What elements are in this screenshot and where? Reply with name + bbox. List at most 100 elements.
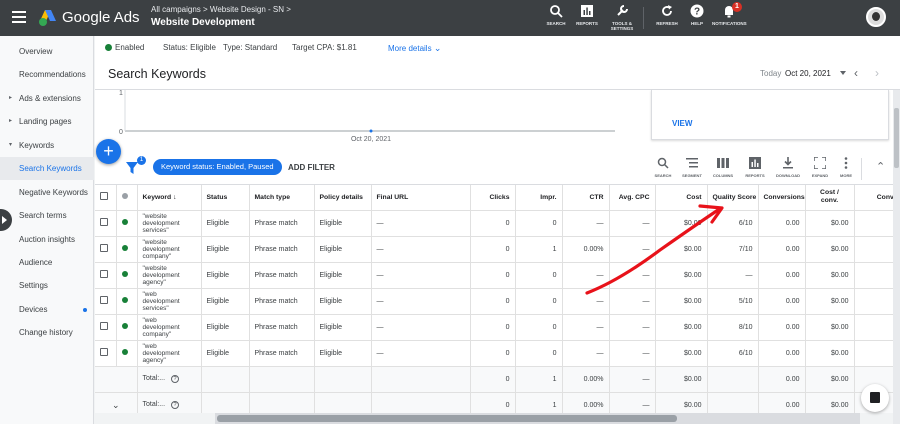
table-row[interactable]: "web development services" Eligible Phrase…: [95, 288, 893, 315]
column-header-cost-per-conv[interactable]: Cost / conv.: [805, 185, 855, 211]
match-type-cell[interactable]: Phrase match: [249, 262, 315, 289]
help-icon[interactable]: ?: [171, 401, 180, 409]
row-checkbox-cell[interactable]: [95, 288, 117, 315]
final-url-cell[interactable]: —: [371, 236, 471, 263]
caret-down-icon[interactable]: [840, 71, 846, 75]
add-keyword-button[interactable]: +: [96, 139, 121, 164]
row-checkbox[interactable]: [100, 244, 108, 252]
more-details-link[interactable]: More details ⌄: [388, 43, 441, 54]
column-header-avg-cpc[interactable]: Avg. CPC: [609, 185, 656, 211]
row-checkbox[interactable]: [100, 270, 108, 278]
add-filter-button[interactable]: ADD FILTER: [288, 163, 335, 172]
column-header-clicks[interactable]: Clicks: [470, 185, 516, 211]
help-icon[interactable]: ?: [171, 375, 180, 383]
sidebar-item-devices[interactable]: Devices: [0, 298, 94, 321]
date-range-picker[interactable]: Oct 20, 2021: [785, 69, 831, 78]
help-button[interactable]: ? HELP: [686, 4, 708, 26]
keyword-cell[interactable]: "web development agency": [137, 340, 202, 367]
avatar[interactable]: [866, 7, 886, 27]
final-url-cell[interactable]: —: [371, 262, 471, 289]
sidebar-item-keywords[interactable]: ▾ Keywords: [0, 134, 94, 157]
keyword-status-filter-chip[interactable]: Keyword status: Enabled, Paused: [153, 159, 282, 175]
column-header-ctr[interactable]: CTR: [562, 185, 610, 211]
view-link[interactable]: VIEW: [672, 119, 692, 128]
menu-icon[interactable]: [12, 11, 26, 23]
breadcrumb[interactable]: All campaigns > Website Design - SN >: [151, 5, 291, 14]
column-header-cost[interactable]: Cost: [655, 185, 708, 211]
reports-tool-button[interactable]: REPORTS: [740, 157, 770, 178]
final-url-cell[interactable]: —: [371, 340, 471, 367]
sidebar-item-search-terms[interactable]: Search terms: [0, 204, 94, 227]
column-header-impressions[interactable]: Impr.: [515, 185, 563, 211]
match-type-cell[interactable]: Phrase match: [249, 288, 315, 315]
row-checkbox[interactable]: [100, 348, 108, 356]
row-checkbox-cell[interactable]: [95, 262, 117, 289]
expand-chevron-icon[interactable]: ⌄: [112, 400, 120, 410]
sidebar-item-settings[interactable]: Settings: [0, 274, 94, 297]
row-checkbox-cell[interactable]: [95, 236, 117, 263]
final-url-cell[interactable]: —: [371, 314, 471, 341]
sidebar-item-change-history[interactable]: Change history: [0, 321, 94, 344]
row-checkbox-cell[interactable]: [95, 340, 117, 367]
sidebar-item-landing-pages[interactable]: ▸ Landing pages: [0, 110, 94, 133]
row-checkbox[interactable]: [100, 322, 108, 330]
column-header-policy-details[interactable]: Policy details: [314, 185, 372, 211]
keyword-cell[interactable]: "website development agency": [137, 262, 202, 289]
sidebar-item-recommendations[interactable]: Recommendations: [0, 63, 94, 86]
tools-settings-button[interactable]: TOOLS & SETTINGS: [608, 4, 636, 31]
sidebar-item-overview[interactable]: Overview: [0, 40, 94, 63]
table-row[interactable]: "web development agency" Eligible Phrase m…: [95, 340, 893, 367]
row-checkbox-cell[interactable]: [95, 314, 117, 341]
filter-icon[interactable]: [126, 161, 138, 175]
campaign-title[interactable]: Website Development: [151, 17, 255, 28]
chevron-right-icon[interactable]: ›: [875, 66, 879, 80]
sidebar-item-search-keywords[interactable]: Search Keywords: [0, 157, 94, 180]
chevron-left-icon[interactable]: ‹: [854, 66, 858, 80]
reports-button[interactable]: REPORTS: [575, 4, 599, 26]
sidebar-item-auction-insights[interactable]: Auction insights: [0, 228, 94, 251]
enabled-status[interactable]: Enabled: [105, 43, 144, 52]
segment-button[interactable]: SEGMENT: [677, 157, 707, 178]
keyword-cell[interactable]: "website development company": [137, 236, 202, 263]
column-header-final-url[interactable]: Final URL: [371, 185, 471, 211]
match-type-cell[interactable]: Phrase match: [249, 314, 315, 341]
row-checkbox[interactable]: [100, 218, 108, 226]
table-search-button[interactable]: SEARCH: [648, 157, 678, 178]
table-row[interactable]: "website development services" Eligible Ph…: [95, 210, 893, 237]
table-row[interactable]: "website development agency" Eligible Phra…: [95, 262, 893, 289]
row-checkbox-cell[interactable]: [95, 210, 117, 237]
sidebar-item-audience[interactable]: Audience: [0, 251, 94, 274]
download-button[interactable]: DOWNLOAD: [773, 157, 803, 178]
column-header-match-type[interactable]: Match type: [249, 185, 315, 211]
refresh-button[interactable]: REFRESH: [655, 4, 679, 26]
final-url-cell[interactable]: —: [371, 210, 471, 237]
keyword-cell[interactable]: "website development services": [137, 210, 202, 237]
chart-point[interactable]: [369, 129, 373, 133]
chevron-up-icon[interactable]: ⌃: [876, 160, 885, 173]
more-button[interactable]: MORE: [831, 157, 861, 178]
column-header-conversions[interactable]: Conversions: [758, 185, 806, 211]
table-row[interactable]: "web development company" Eligible Phrase …: [95, 314, 893, 341]
table-row[interactable]: "website development company" Eligible Phr…: [95, 236, 893, 263]
feedback-button[interactable]: [861, 384, 889, 412]
column-header-status[interactable]: Status: [201, 185, 250, 211]
row-checkbox[interactable]: [100, 296, 108, 304]
vertical-scrollbar[interactable]: [893, 90, 900, 424]
keyword-cell[interactable]: "web development company": [137, 314, 202, 341]
sidebar-item-ads-extensions[interactable]: ▸ Ads & extensions: [0, 87, 94, 110]
sidebar-item-negative-keywords[interactable]: Negative Keywords: [0, 181, 94, 204]
search-button[interactable]: SEARCH: [544, 4, 568, 26]
final-url-cell[interactable]: —: [371, 288, 471, 315]
match-type-cell[interactable]: Phrase match: [249, 236, 315, 263]
column-header-conv-rate[interactable]: Conv. rate: [854, 185, 893, 211]
columns-button[interactable]: COLUMNS: [708, 157, 738, 178]
match-type-cell[interactable]: Phrase match: [249, 210, 315, 237]
select-all-checkbox-cell[interactable]: [95, 185, 117, 211]
column-header-keyword[interactable]: Keyword ↓: [137, 185, 202, 211]
match-type-cell[interactable]: Phrase match: [249, 340, 315, 367]
column-header-quality-score[interactable]: Quality Score: [707, 185, 759, 211]
notifications-button[interactable]: NOTIFICATIONS 1: [712, 2, 747, 26]
horizontal-scrollbar[interactable]: [215, 413, 860, 424]
keyword-cell[interactable]: "web development services": [137, 288, 202, 315]
select-all-checkbox[interactable]: [100, 192, 108, 201]
